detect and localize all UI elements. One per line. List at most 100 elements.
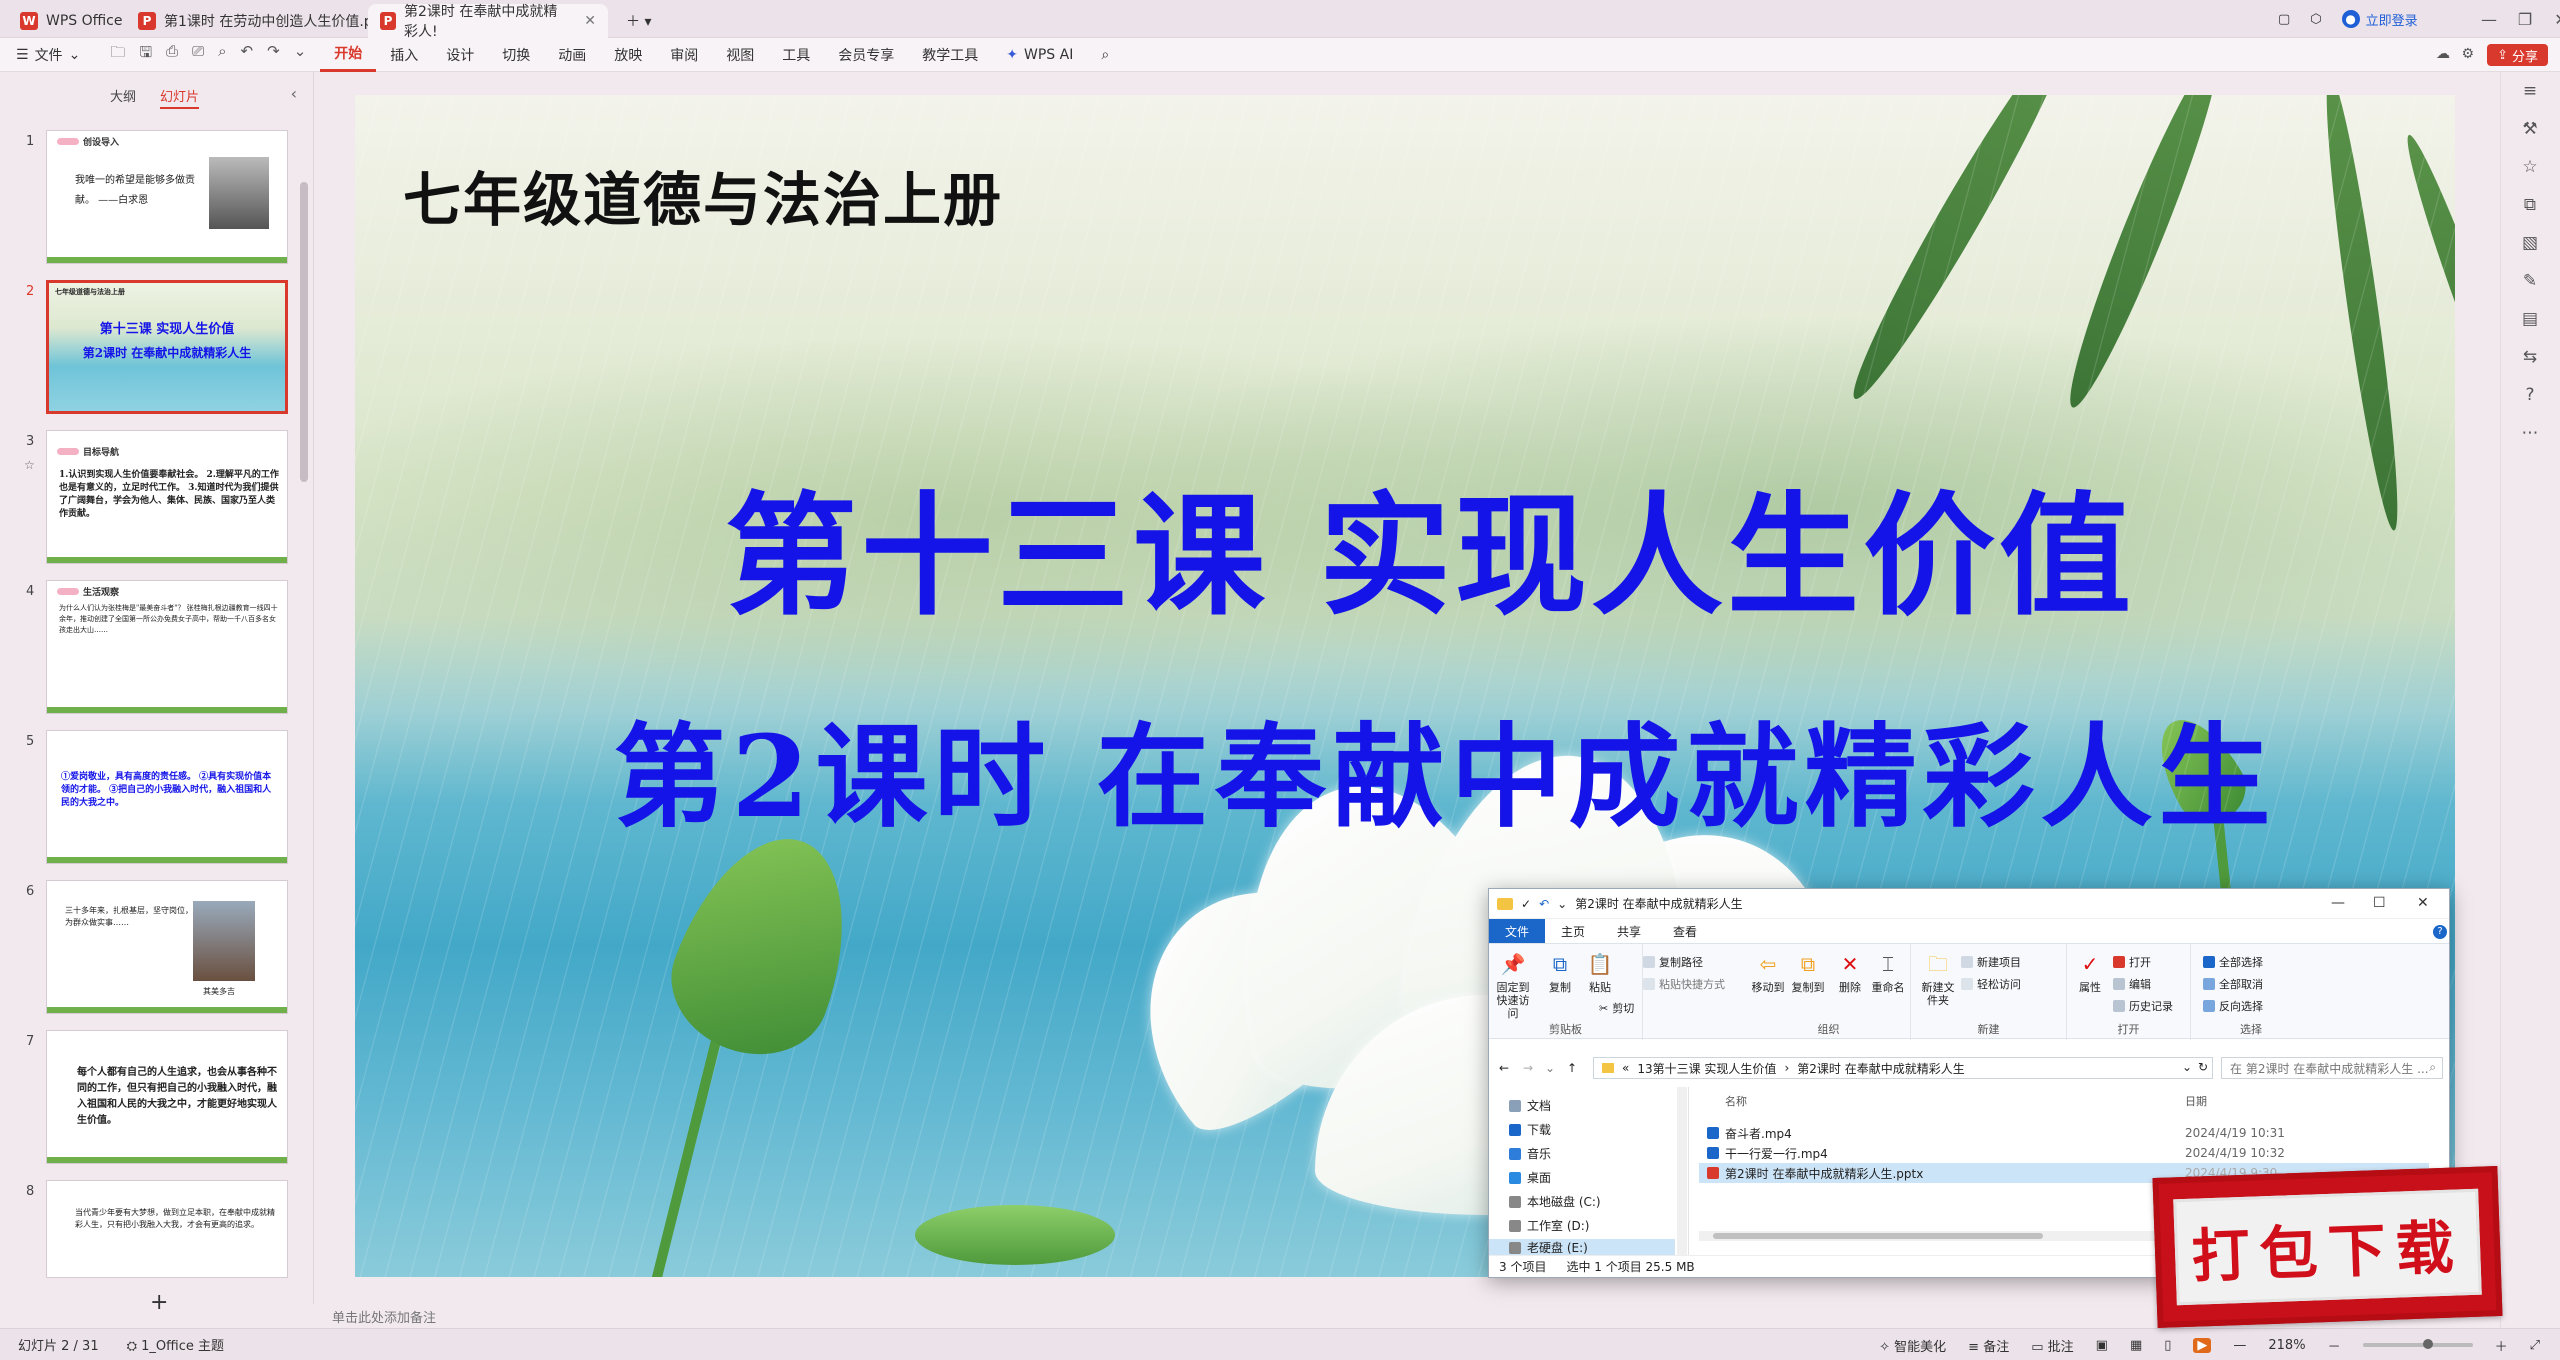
tab-document-1[interactable]: P 第1课时 在劳动中创造人生价值.pp: [126, 4, 394, 38]
tab-slides[interactable]: 幻灯片: [160, 86, 200, 109]
star-icon[interactable]: ☆: [2519, 156, 2541, 178]
open-folder-icon[interactable]: 🗀: [110, 42, 125, 67]
select-none-button[interactable]: 全部取消: [2203, 976, 2263, 992]
cloud-sync-icon[interactable]: ☁: [2436, 46, 2450, 62]
export-icon[interactable]: ⎙: [166, 42, 178, 67]
save-icon[interactable]: 🖫: [139, 42, 152, 67]
edit-button[interactable]: 编辑: [2113, 976, 2151, 992]
zoom-slider[interactable]: [2362, 1339, 2473, 1349]
wps-ai-button[interactable]: ✦ WPS AI: [992, 38, 1087, 72]
ribbon-tab-slideshow[interactable]: 放映: [600, 38, 656, 72]
chevron-down-icon[interactable]: ⌄: [294, 42, 307, 67]
cube-icon[interactable]: ⬡: [2310, 12, 2321, 27]
redo-icon[interactable]: ↷: [267, 42, 280, 67]
ribbon-tab-transition[interactable]: 切换: [488, 38, 544, 72]
file-row[interactable]: 奋斗者.mp4 2024/4/19 10:31: [1699, 1123, 2429, 1143]
chevron-down-icon[interactable]: ⌄: [1545, 1061, 1555, 1075]
copy-to-button[interactable]: ⧉ 复制到: [1789, 950, 1827, 994]
slide-subtitle[interactable]: 第2课时 在奉献中成就精彩人生: [355, 687, 2455, 849]
file-menu[interactable]: ☰ 文件 ⌄: [0, 38, 96, 72]
delete-button[interactable]: ✕ 删除: [1831, 950, 1869, 994]
column-header-name[interactable]: 名称: [1725, 1093, 1747, 1109]
slide-thumbnail-2[interactable]: 七年级道德与法治上册 第十三课 实现人生价值 第2课时 在奉献中成就精彩人生: [46, 280, 288, 414]
new-tab-button[interactable]: ＋ ▾: [614, 4, 663, 38]
zoom-minus-icon[interactable]: －: [2328, 1336, 2341, 1355]
thumbnail-scrollbar[interactable]: [300, 182, 308, 482]
tab-document-2[interactable]: P 第2课时 在奉献中成就精彩人! ✕: [368, 4, 608, 40]
theme-indicator[interactable]: ⛭ 1_Office 主题: [127, 1335, 224, 1354]
slide-thumbnail-8[interactable]: 当代青少年要有大梦想，做到立足本职，在奉献中成就精彩人生，只有把小我融入大我，才…: [46, 1180, 288, 1278]
paste-shortcut-button[interactable]: 粘贴快捷方式: [1643, 976, 1725, 992]
open-button[interactable]: 打开: [2113, 954, 2151, 970]
window-layout-icon[interactable]: ▢: [2278, 12, 2290, 27]
up-icon[interactable]: ↑: [1567, 1061, 1577, 1075]
close-tab-icon[interactable]: ✕: [584, 13, 596, 29]
copy-button[interactable]: ⧉ 复制: [1541, 950, 1579, 994]
comments-button[interactable]: ▭ 批注: [2031, 1336, 2073, 1355]
move-to-button[interactable]: ⇦ 移动到: [1749, 950, 1787, 994]
zoom-out-icon[interactable]: —: [2233, 1338, 2246, 1353]
download-package-stamp[interactable]: 打包下载: [2152, 1166, 2503, 1328]
undo-icon[interactable]: ↶: [1539, 897, 1549, 911]
reading-view-icon[interactable]: ▯: [2164, 1338, 2171, 1353]
tab-outline[interactable]: 大纲: [110, 86, 136, 109]
notes-toggle-button[interactable]: ≡ 备注: [1968, 1336, 2009, 1355]
breadcrumb-item[interactable]: 13第十三课 实现人生价值: [1637, 1060, 1776, 1077]
undo-icon[interactable]: ↶: [241, 42, 254, 67]
slide-thumbnail-4[interactable]: 生活观察 为什么人们认为张桂梅是"最美奋斗者"？ 张桂梅扎根边疆教育一线四十余年…: [46, 580, 288, 714]
invert-selection-button[interactable]: 反向选择: [2203, 998, 2263, 1014]
nav-scrollbar[interactable]: [1677, 1087, 1687, 1257]
ribbon-tab-member[interactable]: 会员专享: [824, 38, 908, 72]
close-window-icon[interactable]: ✕: [2417, 895, 2429, 911]
search-icon[interactable]: ⌕: [1087, 38, 1123, 72]
ribbon-tab-animation[interactable]: 动画: [544, 38, 600, 72]
chevron-down-icon[interactable]: ⌄: [1557, 897, 1567, 911]
tab-wps-office[interactable]: W WPS Office: [8, 4, 135, 38]
forward-icon[interactable]: →: [1523, 1061, 1533, 1075]
ribbon-tab-tools[interactable]: 工具: [768, 38, 824, 72]
print-icon[interactable]: ⎚: [192, 42, 204, 67]
nav-item-drive-d[interactable]: 工作室 (D:): [1509, 1217, 1589, 1234]
play-slideshow-icon[interactable]: ▶: [2193, 1337, 2212, 1353]
minimize-icon[interactable]: —: [2331, 895, 2345, 911]
slide-thumbnail-6[interactable]: 三十多年来，扎根基层，坚守岗位，为群众做实事…… 其美多吉: [46, 880, 288, 1014]
file-row[interactable]: 干一行爱一行.mp4 2024/4/19 10:32: [1699, 1143, 2429, 1163]
easy-access-button[interactable]: 轻松访问: [1961, 976, 2021, 992]
slide-thumbnail-3[interactable]: 目标导航 1.认识到实现人生价值要奉献社会。 2.理解平凡的工作也是有意义的，立…: [46, 430, 288, 564]
share-icon[interactable]: ⇆: [2519, 346, 2541, 368]
explorer-tab-view[interactable]: 查看: [1657, 919, 1713, 943]
restore-icon[interactable]: ❐: [2510, 10, 2540, 29]
close-window-icon[interactable]: ✕: [2546, 10, 2560, 29]
ribbon-tab-insert[interactable]: 插入: [376, 38, 432, 72]
nav-item-downloads[interactable]: 下载: [1509, 1121, 1551, 1138]
properties-quick-icon[interactable]: ✓: [1521, 897, 1531, 911]
breadcrumb-overflow-icon[interactable]: «: [1622, 1061, 1629, 1075]
copy-icon[interactable]: ⧉: [2519, 194, 2541, 216]
zoom-level[interactable]: 218%: [2268, 1338, 2305, 1353]
new-folder-button[interactable]: 🗀 新建文件夹: [1919, 950, 1957, 1007]
explorer-tab-share[interactable]: 共享: [1601, 919, 1657, 943]
help-icon[interactable]: ?: [2519, 384, 2541, 406]
nav-item-drive-c[interactable]: 本地磁盘 (C:): [1509, 1193, 1601, 1210]
minimize-icon[interactable]: —: [2474, 10, 2504, 29]
slide-thumbnail-5[interactable]: ①爱岗敬业，具有高度的责任感。 ②具有实现价值本领的才能。 ③把自己的小我融入时…: [46, 730, 288, 864]
ribbon-tab-home[interactable]: 开始: [320, 38, 377, 72]
grid-view-icon[interactable]: ▦: [2130, 1338, 2142, 1353]
slide-top-title[interactable]: 七年级道德与法治上册: [403, 153, 1003, 237]
paste-button[interactable]: 📋 粘贴: [1581, 950, 1619, 994]
search-input[interactable]: 在 第2课时 在奉献中成就精彩人生 ... ⌕: [2221, 1057, 2443, 1079]
back-icon[interactable]: ←: [1499, 1061, 1509, 1075]
maximize-icon[interactable]: ☐: [2373, 895, 2386, 911]
star-icon[interactable]: ☆: [24, 458, 35, 472]
slide-thumbnail-1[interactable]: 创设导入 我唯一的希望是能够多做贡献。 ——白求恩: [46, 130, 288, 264]
select-all-button[interactable]: 全部选择: [2203, 954, 2263, 970]
fit-window-icon[interactable]: ⤢: [2530, 1338, 2540, 1353]
nav-item-drive-e[interactable]: 老硬盘 (E:): [1489, 1239, 1675, 1256]
ribbon-tab-view[interactable]: 视图: [712, 38, 768, 72]
collapse-panel-icon[interactable]: ‹: [291, 84, 297, 103]
login-button[interactable]: ● 立即登录: [2341, 10, 2418, 29]
book-icon[interactable]: ▤: [2519, 308, 2541, 330]
cut-button[interactable]: ✂ 剪切: [1599, 1000, 1634, 1016]
refresh-icon[interactable]: ↻: [2198, 1060, 2208, 1074]
image-icon[interactable]: ▧: [2519, 232, 2541, 254]
